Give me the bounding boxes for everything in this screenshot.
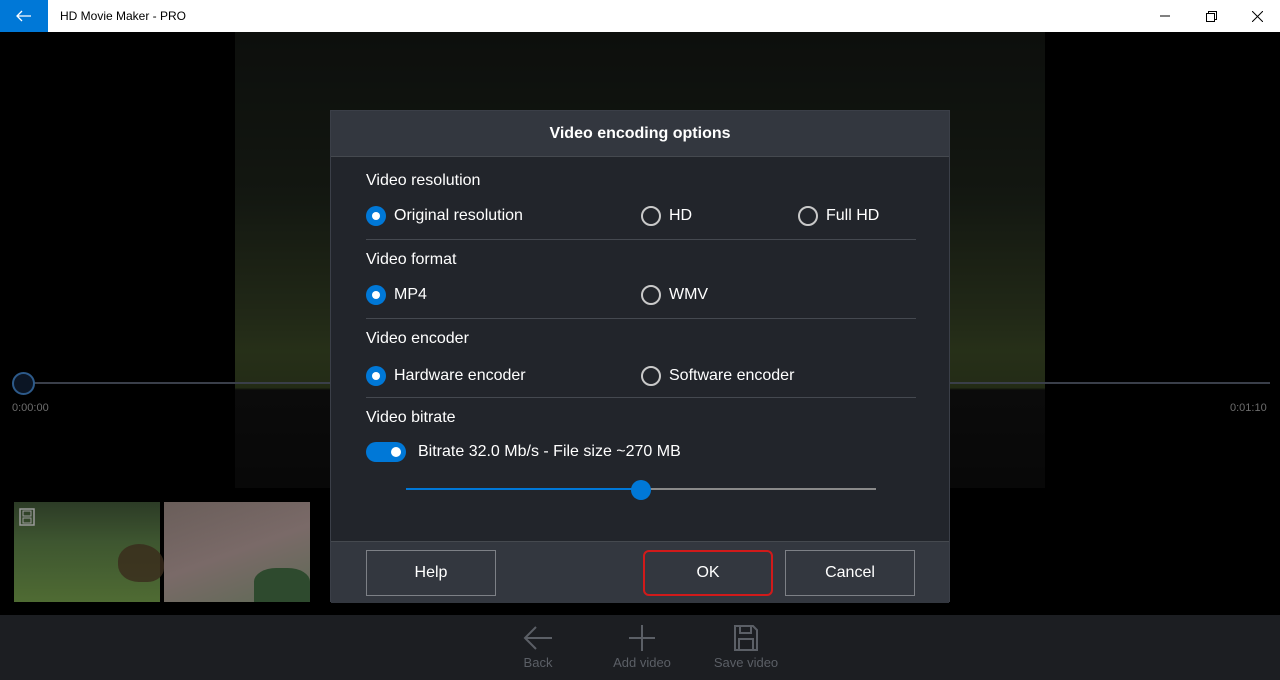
radio-label: MP4 [394, 286, 427, 303]
minimize-icon [1160, 15, 1170, 17]
section-divider [366, 239, 916, 240]
toolbar-save-video-label: Save video [713, 655, 779, 670]
radio-button [641, 206, 661, 226]
section-divider [366, 397, 916, 398]
radio-button [641, 366, 661, 386]
tree-image [254, 568, 310, 602]
encoder-section-title: Video encoder [366, 330, 469, 347]
radio-label: Full HD [826, 207, 880, 224]
clip-thumbnail-1[interactable] [14, 502, 164, 602]
dialog-title: Video encoding options [331, 111, 949, 157]
toolbar-save-video-button[interactable]: Save video [701, 623, 791, 670]
radio-mp4[interactable]: MP4 [366, 285, 427, 305]
arrow-left-icon [16, 10, 31, 22]
close-button[interactable] [1234, 0, 1280, 32]
radio-label: WMV [669, 286, 709, 303]
arrow-left-icon [523, 626, 552, 650]
toolbar-add-video-button[interactable]: Add video [597, 623, 687, 670]
resolution-section-title: Video resolution [366, 172, 481, 189]
radio-original-resolution[interactable]: Original resolution [366, 206, 523, 226]
section-divider [366, 318, 916, 319]
bottom-toolbar: Back Add video Save video [0, 615, 1280, 680]
restore-button[interactable] [1188, 0, 1234, 32]
floppy-disk-icon [734, 625, 758, 651]
encoding-options-dialog: Video encoding options Video resolution … [330, 110, 950, 603]
hare-image [118, 544, 164, 582]
radio-label: HD [669, 207, 693, 224]
toolbar-back-button[interactable]: Back [493, 623, 583, 670]
toolbar-back-label: Back [523, 655, 553, 670]
bitrate-toggle[interactable] [366, 442, 406, 462]
dialog-footer: Help OK Cancel [331, 541, 949, 603]
restore-icon [1205, 10, 1217, 22]
minimize-button[interactable] [1142, 0, 1188, 32]
time-start: 0:00:00 [12, 402, 49, 414]
cancel-button[interactable]: Cancel [785, 550, 915, 596]
radio-button-selected [366, 285, 386, 305]
radio-hd[interactable]: HD [641, 206, 692, 226]
help-button[interactable]: Help [366, 550, 496, 596]
bitrate-slider-thumb[interactable] [631, 480, 651, 500]
close-icon [1251, 10, 1263, 22]
radio-button [641, 285, 661, 305]
timeline-scrubber[interactable] [12, 372, 35, 395]
film-strip-icon [19, 508, 35, 526]
toolbar-add-video-label: Add video [613, 655, 671, 670]
radio-software-encoder[interactable]: Software encoder [641, 366, 794, 386]
radio-label: Software encoder [669, 367, 795, 384]
radio-button [798, 206, 818, 226]
clip-thumbnail-2[interactable] [164, 502, 310, 602]
radio-label: Original resolution [394, 207, 523, 224]
radio-hardware-encoder[interactable]: Hardware encoder [366, 366, 526, 386]
ok-button[interactable]: OK [643, 550, 773, 596]
radio-button-selected [366, 206, 386, 226]
time-end: 0:01:10 [1230, 402, 1267, 414]
radio-wmv[interactable]: WMV [641, 285, 708, 305]
bitrate-slider-fill [406, 488, 641, 490]
radio-button-selected [366, 366, 386, 386]
app-title: HD Movie Maker - PRO [60, 9, 187, 23]
bitrate-section-title: Video bitrate [366, 409, 456, 426]
title-bar: HD Movie Maker - PRO [0, 0, 1280, 32]
bitrate-label: Bitrate 32.0 Mb/s - File size ~270 MB [418, 443, 681, 460]
format-section-title: Video format [366, 251, 457, 268]
radio-full-hd[interactable]: Full HD [798, 206, 879, 226]
radio-label: Hardware encoder [394, 367, 526, 384]
plus-icon [629, 625, 655, 651]
back-nav-button[interactable] [0, 0, 48, 32]
